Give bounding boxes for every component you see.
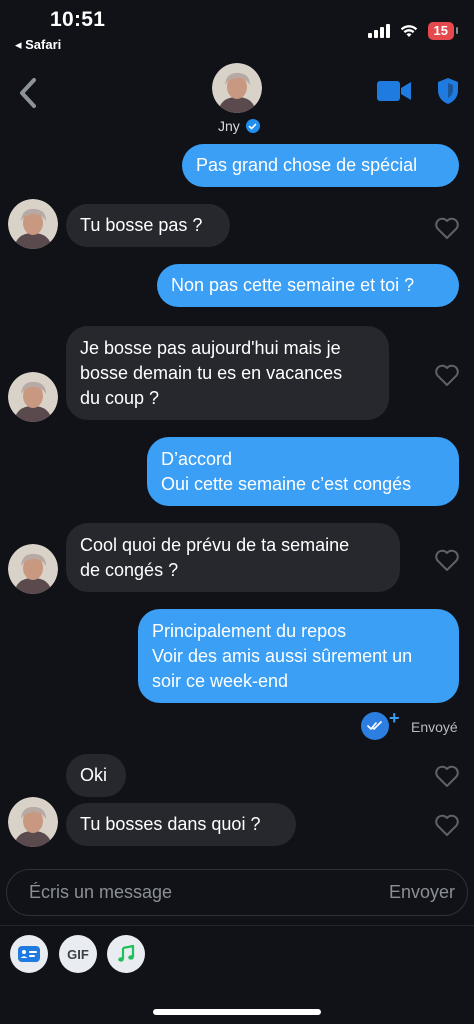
- plus-icon: +: [389, 708, 400, 728]
- music-note-icon: [118, 944, 135, 962]
- contact-avatar[interactable]: [8, 372, 58, 422]
- heart-icon[interactable]: [434, 548, 460, 572]
- status-icons: 15: [367, 22, 459, 40]
- back-to-safari-link[interactable]: ◂ Safari: [15, 37, 61, 53]
- status-time: 10:51: [50, 8, 106, 31]
- contact-avatar[interactable]: [8, 199, 58, 249]
- contact-card-button[interactable]: [10, 935, 48, 973]
- read-receipt-icon: [361, 712, 389, 740]
- shield-icon[interactable]: [436, 76, 460, 106]
- battery-indicator: 15: [427, 22, 459, 40]
- verified-badge-icon: [245, 119, 260, 133]
- chevron-left-icon[interactable]: [14, 76, 44, 110]
- home-indicator: [153, 1009, 321, 1015]
- wifi-icon: [400, 25, 417, 37]
- contact-avatar[interactable]: [8, 797, 58, 847]
- message-sent[interactable]: Pas grand chose de spécial: [182, 144, 459, 187]
- heart-icon[interactable]: [434, 216, 460, 240]
- message-sent[interactable]: Non pas cette semaine et toi ?: [157, 264, 459, 307]
- video-camera-icon[interactable]: [376, 78, 412, 104]
- contact-name-label: Jny: [218, 118, 240, 134]
- message-received[interactable]: Je bosse pas aujourd'hui mais je bosse d…: [66, 326, 389, 420]
- send-button[interactable]: Envoyer: [389, 882, 455, 903]
- contact-name[interactable]: Jny: [218, 118, 260, 134]
- signal-icon: [367, 24, 390, 38]
- heart-icon[interactable]: [434, 813, 460, 837]
- message-received[interactable]: Oki: [66, 754, 126, 797]
- gif-icon: GIF: [67, 946, 89, 962]
- message-received[interactable]: Cool quoi de prévu de ta semaine de cong…: [66, 523, 400, 592]
- message-received[interactable]: Tu bosse pas ?: [66, 204, 230, 247]
- message-received[interactable]: Tu bosses dans quoi ?: [66, 803, 296, 846]
- delivery-status: Envoyé: [411, 719, 458, 735]
- contact-card-icon: [18, 946, 40, 962]
- message-input[interactable]: [29, 870, 369, 915]
- message-sent[interactable]: D’accord Oui cette semaine c’est congés: [147, 437, 459, 506]
- music-button[interactable]: [107, 935, 145, 973]
- heart-icon[interactable]: [434, 363, 460, 387]
- heart-icon[interactable]: [434, 764, 460, 788]
- header-avatar[interactable]: [212, 63, 262, 113]
- message-sent[interactable]: Principalement du repos Voir des amis au…: [138, 609, 459, 703]
- divider: [0, 925, 474, 926]
- contact-avatar[interactable]: [8, 544, 58, 594]
- gif-button[interactable]: GIF: [59, 935, 97, 973]
- message-composer: Envoyer: [6, 869, 468, 916]
